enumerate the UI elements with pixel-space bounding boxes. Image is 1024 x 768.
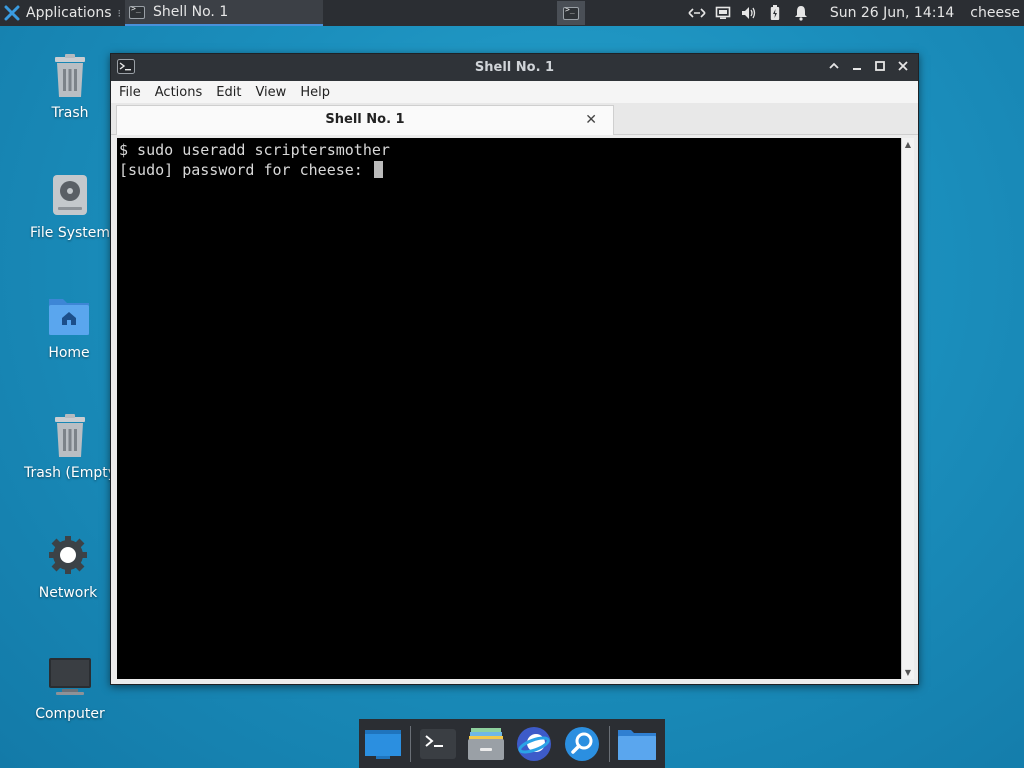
network-connection-icon[interactable] [686,0,708,26]
desktop-icon-label: Trash (Empty [23,465,117,481]
menubar: File Actions Edit View Help [111,81,918,103]
xfce-logo-icon [4,5,20,21]
taskbar-button-shell[interactable]: Shell No. 1 [125,0,324,26]
top-panel: Applications ⁝ Shell No. 1 Sun 26 Jun, 1… [0,0,1024,26]
terminal-icon [117,59,135,74]
tab-close-icon[interactable]: ✕ [585,106,597,134]
tab-label: Shell No. 1 [325,112,405,127]
applications-menu[interactable]: Applications [0,0,116,26]
network-icon [44,533,92,581]
scroll-down-arrow-icon[interactable]: ▼ [903,668,913,677]
taskbar-button-label: Shell No. 1 [153,4,229,20]
trash-empty-icon [46,413,94,461]
desktop-icon-label: Trash [51,105,89,121]
dock-show-desktop[interactable] [359,720,407,768]
tab-bar: Shell No. 1 ✕ [111,103,918,135]
window-titlebar[interactable]: Shell No. 1 [111,54,918,81]
system-tray: Sun 26 Jun, 14:14 cheese [684,0,1024,26]
scroll-up-arrow-icon[interactable]: ▲ [903,140,913,149]
maximize-up-icon[interactable] [822,60,845,76]
dock-divider [410,725,411,762]
display-icon[interactable] [712,0,734,26]
terminal-window: Shell No. 1 File Actions Edit View Help … [110,53,919,685]
dock-file-manager[interactable] [462,720,510,768]
folder-icon [618,729,656,760]
web-browser-icon [517,726,551,761]
dock-terminal[interactable] [414,720,462,768]
terminal-line: $ sudo useradd scriptersmother [119,141,390,159]
desktop-icon-network[interactable]: Network [18,533,118,601]
terminal-icon [420,728,456,759]
clock[interactable]: Sun 26 Jun, 14:14 [830,5,954,21]
menu-help[interactable]: Help [300,85,330,100]
terminal-icon [129,4,146,19]
battery-icon[interactable] [764,0,786,26]
maximize-icon[interactable] [868,60,891,76]
menu-actions[interactable]: Actions [155,85,203,100]
desktop-icon-home[interactable]: Home [19,293,119,361]
desktop-icon-computer[interactable]: Computer [20,654,120,722]
file-manager-icon [468,727,504,760]
terminal-line: [sudo] password for cheese: [119,161,372,179]
menu-file[interactable]: File [119,85,141,100]
terminal-prompt-line: [sudo] password for cheese: [119,160,899,180]
drive-icon [46,173,94,221]
terminal-output[interactable]: $ sudo useradd scriptersmother [sudo] pa… [117,138,901,679]
desktop-icon-label: Home [48,345,90,361]
terminal-scrollbar[interactable]: ▲ ▼ [901,138,914,679]
terminal-cursor [373,161,383,178]
volume-icon[interactable] [738,0,760,26]
trash-icon [46,53,94,101]
workspace-switcher[interactable] [557,1,585,25]
show-desktop-icon [365,729,401,759]
desktop-icon-trash-empty[interactable]: Trash (Empty [20,413,120,481]
computer-icon [46,654,94,702]
terminal-icon [563,5,579,20]
panel-separator: ⁝ [117,6,122,20]
user-menu[interactable]: cheese [970,5,1020,21]
desktop-icon-file-system[interactable]: File System [20,173,120,241]
desktop-icon-label: File System [29,225,111,241]
dock-folder[interactable] [613,720,661,768]
dock-web-browser[interactable] [510,720,558,768]
dock-search[interactable] [558,720,606,768]
desktop-icon-label: Computer [35,706,105,722]
desktop-icon-label: Network [38,585,98,601]
menu-edit[interactable]: Edit [216,85,241,100]
search-icon [565,726,599,761]
minimize-icon[interactable] [845,60,868,76]
dock-divider [609,725,610,762]
window-title: Shell No. 1 [474,60,555,75]
notifications-bell-icon[interactable] [790,0,812,26]
tab-shell-1[interactable]: Shell No. 1 ✕ [116,105,614,135]
applications-label: Applications [26,5,112,21]
dock [359,719,665,768]
close-icon[interactable] [891,60,914,76]
menu-view[interactable]: View [255,85,286,100]
desktop-icon-trash[interactable]: Trash [20,53,120,121]
home-folder-icon [45,293,93,341]
